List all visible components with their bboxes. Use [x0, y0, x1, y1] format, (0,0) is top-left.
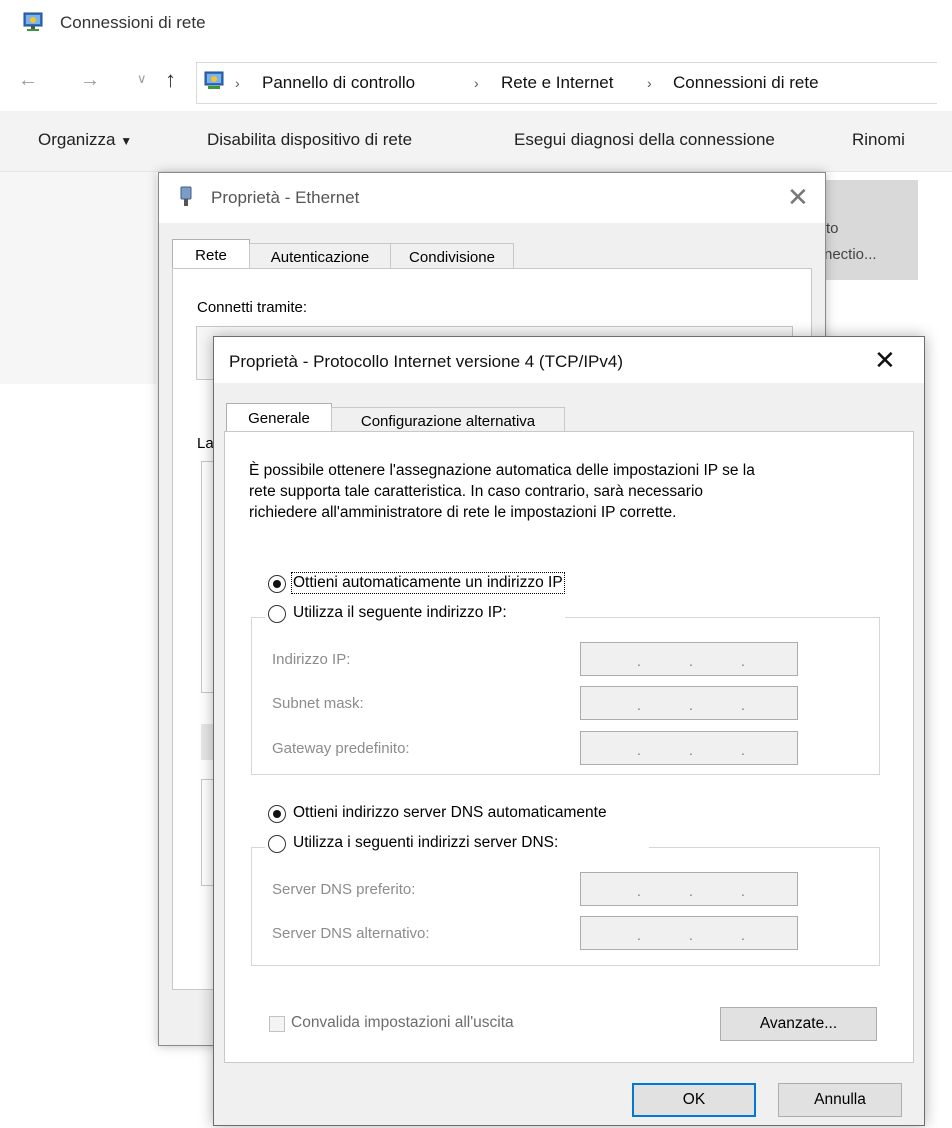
- ethernet-adapter-icon: [180, 186, 192, 206]
- ip-manual-label[interactable]: Utilizza il seguente indirizzo IP:: [293, 604, 507, 622]
- subnet-mask-label: Subnet mask:: [272, 695, 364, 712]
- dns-auto-radio[interactable]: [268, 805, 286, 823]
- recent-chevron-icon[interactable]: ∨: [137, 71, 147, 87]
- advanced-button[interactable]: Avanzate...: [720, 1007, 877, 1041]
- alternate-dns-label: Server DNS alternativo:: [272, 925, 430, 942]
- close-icon[interactable]: ✕: [787, 182, 809, 213]
- ip-auto-radio[interactable]: [268, 575, 286, 593]
- dialog-title-bar: Proprietà - Ethernet ✕: [159, 173, 825, 223]
- ipv4-properties-dialog: Proprietà - Protocollo Internet versione…: [213, 336, 925, 1126]
- network-connections-icon: [23, 12, 43, 31]
- breadcrumb-separator-icon: ›: [647, 75, 652, 91]
- window-title: Connessioni di rete: [60, 13, 206, 32]
- breadcrumb-separator-icon: ›: [235, 75, 240, 91]
- ip-manual-radio[interactable]: [268, 605, 286, 623]
- control-panel-icon: [204, 71, 224, 89]
- gateway-label: Gateway predefinito:: [272, 740, 410, 757]
- gateway-input[interactable]: ...: [580, 731, 798, 765]
- dns-auto-label[interactable]: Ottieni indirizzo server DNS automaticam…: [293, 804, 607, 822]
- content-pane: [0, 172, 156, 384]
- command-bar: Organizza ▼ Disabilita dispositivo di re…: [0, 111, 952, 172]
- ip-address-label: Indirizzo IP:: [272, 651, 351, 668]
- intro-description: È possibile ottenere l'assegnazione auto…: [249, 460, 899, 523]
- breadcrumb-separator-icon: ›: [474, 75, 479, 91]
- selected-connection-tile[interactable]: to nectio...: [824, 180, 918, 280]
- breadcrumb-network-connections[interactable]: Connessioni di rete: [673, 73, 819, 93]
- ip-auto-label[interactable]: Ottieni automaticamente un indirizzo IP: [291, 572, 565, 594]
- breadcrumb-network-internet[interactable]: Rete e Internet: [501, 73, 613, 93]
- tab-generale[interactable]: Generale: [226, 403, 332, 434]
- organize-menu[interactable]: Organizza ▼: [38, 130, 132, 150]
- dialog-title: Proprietà - Ethernet: [211, 188, 360, 207]
- up-arrow-icon[interactable]: ↑: [165, 67, 176, 93]
- cancel-button[interactable]: Annulla: [778, 1083, 902, 1117]
- preferred-dns-label: Server DNS preferito:: [272, 881, 416, 898]
- ok-button[interactable]: OK: [632, 1083, 756, 1117]
- rename-button[interactable]: Rinomi: [852, 130, 905, 150]
- explorer-title-bar: Connessioni di rete: [0, 0, 952, 52]
- dropdown-arrow-icon: ▼: [120, 134, 133, 148]
- partial-label: La: [197, 435, 214, 452]
- validate-checkbox[interactable]: [269, 1016, 285, 1032]
- tile-text: nectio...: [824, 246, 877, 263]
- back-arrow-icon[interactable]: ←: [18, 69, 38, 92]
- dns-manual-radio[interactable]: [268, 835, 286, 853]
- diagnose-connection-button[interactable]: Esegui diagnosi della connessione: [514, 130, 775, 150]
- preferred-dns-input[interactable]: ...: [580, 872, 798, 906]
- forward-arrow-icon[interactable]: →: [80, 69, 100, 92]
- subnet-mask-input[interactable]: ...: [580, 686, 798, 720]
- breadcrumb-control-panel[interactable]: Pannello di controllo: [262, 73, 415, 93]
- dialog-title-bar: Proprietà - Protocollo Internet versione…: [214, 337, 924, 383]
- tile-text: to: [826, 220, 839, 237]
- disable-device-button[interactable]: Disabilita dispositivo di rete: [207, 130, 412, 150]
- validate-label[interactable]: Convalida impostazioni all'uscita: [291, 1014, 514, 1032]
- close-icon[interactable]: ✕: [874, 345, 896, 376]
- alternate-dns-input[interactable]: ...: [580, 916, 798, 950]
- ip-address-input[interactable]: ...: [580, 642, 798, 676]
- connect-via-label: Connetti tramite:: [197, 299, 308, 316]
- dialog-title: Proprietà - Protocollo Internet versione…: [229, 352, 623, 371]
- general-tab-panel: È possibile ottenere l'assegnazione auto…: [224, 431, 914, 1063]
- description-line: rete supporta tale caratteristica. In ca…: [249, 483, 704, 500]
- description-line: È possibile ottenere l'assegnazione auto…: [249, 462, 755, 479]
- dns-manual-label[interactable]: Utilizza i seguenti indirizzi server DNS…: [293, 834, 558, 852]
- description-line: richiedere all'amministratore di rete le…: [249, 504, 677, 521]
